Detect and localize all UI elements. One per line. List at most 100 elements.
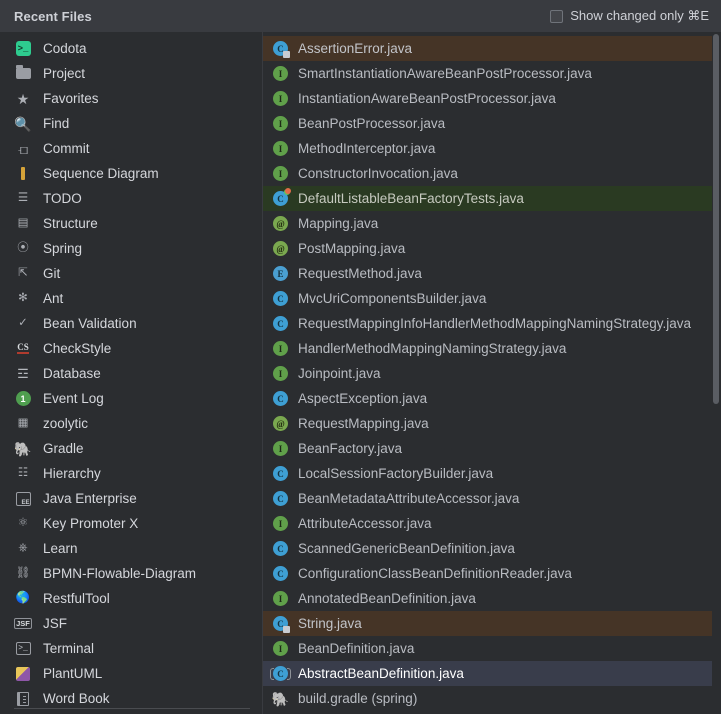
file-list-item[interactable]: @ RequestMapping.java xyxy=(263,411,721,436)
sidebar-item-terminal[interactable]: >_ Terminal xyxy=(0,636,262,661)
sidebar-item-jsf[interactable]: JSF JSF xyxy=(0,611,262,636)
sidebar-item-plantuml[interactable]: PlantUML xyxy=(0,661,262,686)
sidebar-item-label: Database xyxy=(43,366,101,381)
file-list-item[interactable]: I Joinpoint.java xyxy=(263,361,721,386)
sidebar-item-ant[interactable]: ✻ Ant xyxy=(0,286,262,311)
sidebar-item-bpmn-flowable-diagram[interactable]: ⛓ BPMN-Flowable-Diagram xyxy=(0,561,262,586)
file-list-item[interactable]: I InstantiationAwareBeanPostProcessor.jav… xyxy=(263,86,721,111)
sidebar-item-label: Structure xyxy=(43,216,98,231)
sidebar-item-hierarchy[interactable]: ☷ Hierarchy xyxy=(0,461,262,486)
file-list-item[interactable]: @ Mapping.java xyxy=(263,211,721,236)
file-list-item[interactable]: 🐘 build.gradle (spring) xyxy=(263,686,721,711)
search-icon: 🔍 xyxy=(14,115,32,132)
enum-icon: E xyxy=(272,265,289,282)
sidebar-item-java-enterprise[interactable]: Java Enterprise xyxy=(0,486,262,511)
file-list-item[interactable]: I AttributeAccessor.java xyxy=(263,511,721,536)
sidebar-item-favorites[interactable]: ★ Favorites xyxy=(0,86,262,111)
sidebar-item-label: Codota xyxy=(43,41,87,56)
show-changed-only-checkbox[interactable] xyxy=(550,9,564,23)
plantuml-icon xyxy=(14,665,32,683)
star-icon: ★ xyxy=(16,90,30,107)
sidebar-item-find[interactable]: 🔍 Find xyxy=(0,111,262,136)
file-name-label: ConstructorInvocation.java xyxy=(298,166,458,181)
checkstyle-icon: CS xyxy=(14,340,32,358)
sidebar-item-codota[interactable]: >_ Codota xyxy=(0,36,262,61)
file-name-label: DefaultListableBeanFactoryTests.java xyxy=(298,191,524,206)
recent-files-popup: Recent Files Show changed only ⌘E >_ Codo… xyxy=(0,0,721,714)
file-list-item[interactable]: C AspectException.java xyxy=(263,386,721,411)
scrollbar-thumb[interactable] xyxy=(713,34,719,404)
file-name-label: LocalSessionFactoryBuilder.java xyxy=(298,466,494,481)
popup-titlebar: Recent Files Show changed only ⌘E xyxy=(0,0,721,32)
sidebar-item-project[interactable]: Project xyxy=(0,61,262,86)
sidebar-item-label: Hierarchy xyxy=(43,466,101,481)
sidebar-item-todo[interactable]: ☰ TODO xyxy=(0,186,262,211)
class-icon: C xyxy=(272,390,289,407)
file-name-label: HandlerMethodMappingNamingStrategy.java xyxy=(298,341,567,356)
file-list-item[interactable]: C AbstractBeanDefinition.java xyxy=(263,661,721,686)
file-name-label: BeanDefinition.java xyxy=(298,641,415,656)
file-name-label: PostMapping.java xyxy=(298,241,406,256)
file-list-item[interactable]: C RequestMappingInfoHandlerMethodMappingN… xyxy=(263,311,721,336)
class-icon: C xyxy=(272,290,289,307)
interface-icon: I xyxy=(272,90,289,107)
globe-icon: 🌎 xyxy=(15,591,31,604)
file-list-item[interactable]: I BeanDefinition.java xyxy=(263,636,721,661)
test-class-icon: C xyxy=(272,188,291,207)
file-name-label: ScannedGenericBeanDefinition.java xyxy=(298,541,515,556)
sidebar-item-label: Spring xyxy=(43,241,83,256)
file-list-item[interactable]: I BeanFactory.java xyxy=(263,436,721,461)
jsf-icon: JSF xyxy=(14,617,32,630)
sidebar-item-label: Event Log xyxy=(43,391,104,406)
sidebar-item-sequence-diagram[interactable]: Sequence Diagram xyxy=(0,161,262,186)
file-name-label: MvcUriComponentsBuilder.java xyxy=(298,291,487,306)
sidebar-item-database[interactable]: ☲ Database xyxy=(0,361,262,386)
sidebar-item-zoolytic[interactable]: ▦ zoolytic xyxy=(0,411,262,436)
sidebar-item-restfultool[interactable]: 🌎 RestfulTool xyxy=(0,586,262,611)
file-list-item[interactable]: I ConstructorInvocation.java xyxy=(263,161,721,186)
file-list-item[interactable]: C AssertionError.java xyxy=(263,36,721,61)
file-list-item[interactable]: I SmartInstantiationAwareBeanPostProcesso… xyxy=(263,61,721,86)
file-list-item[interactable]: I BeanPostProcessor.java xyxy=(263,111,721,136)
file-name-label: ConfigurationClassBeanDefinitionReader.j… xyxy=(298,566,572,581)
file-list-scrollbar[interactable] xyxy=(712,32,721,714)
file-list-item[interactable]: E RequestMethod.java xyxy=(263,261,721,286)
sidebar-item-spring[interactable]: ⦿ Spring xyxy=(0,236,262,261)
file-list-item[interactable]: C BeanMetadataAttributeAccessor.java xyxy=(263,486,721,511)
file-list-item[interactable]: I MethodInterceptor.java xyxy=(263,136,721,161)
gradle-file-icon: 🐘 xyxy=(271,690,290,707)
file-list-item[interactable]: @ PostMapping.java xyxy=(263,236,721,261)
file-list-item[interactable]: C LocalSessionFactoryBuilder.java xyxy=(263,461,721,486)
show-changed-only-control[interactable]: Show changed only ⌘E xyxy=(550,8,709,24)
sidebar-item-label: JSF xyxy=(43,616,68,631)
sidebar-item-structure[interactable]: ▤ Structure xyxy=(0,211,262,236)
file-list-item[interactable]: C ScannedGenericBeanDefinition.java xyxy=(263,536,721,561)
interface-icon: I xyxy=(272,640,289,657)
file-name-label: BeanPostProcessor.java xyxy=(298,116,446,131)
hierarchy-icon: ☷ xyxy=(17,466,29,479)
sidebar-item-gradle[interactable]: 🐘 Gradle xyxy=(0,436,262,461)
sequence-diagram-icon xyxy=(14,165,32,183)
file-name-label: BeanMetadataAttributeAccessor.java xyxy=(298,491,520,506)
sidebar-item-label: RestfulTool xyxy=(43,591,110,606)
file-list-item[interactable]: C MvcUriComponentsBuilder.java xyxy=(263,286,721,311)
sidebar-item-commit[interactable]: ⟤ Commit xyxy=(0,136,262,161)
sidebar-item-git[interactable]: ⇱ Git xyxy=(0,261,262,286)
sidebar-item-label: BPMN-Flowable-Diagram xyxy=(43,566,197,581)
learn-graduation-icon: ⎈ xyxy=(18,541,28,554)
file-list-item[interactable]: C String.java xyxy=(263,611,721,636)
sidebar-item-key-promoter-x[interactable]: ⚛ Key Promoter X xyxy=(0,511,262,536)
zoolytic-icon: ▦ xyxy=(17,416,29,429)
file-list-item[interactable]: C DefaultListableBeanFactoryTests.java xyxy=(263,186,721,211)
file-list-item[interactable]: C ConfigurationClassBeanDefinitionReader.… xyxy=(263,561,721,586)
git-branch-icon: ⇱ xyxy=(18,266,28,279)
sidebar-item-learn[interactable]: ⎈ Learn xyxy=(0,536,262,561)
recent-files-list[interactable]: C AssertionError.java I SmartInstantiationA… xyxy=(263,32,721,714)
sidebar-item-checkstyle[interactable]: CS CheckStyle xyxy=(0,336,262,361)
file-list-item[interactable]: I HandlerMethodMappingNamingStrategy.java xyxy=(263,336,721,361)
file-name-label: build.gradle (spring) xyxy=(298,691,418,706)
sidebar-item-bean-validation[interactable]: ✓ Bean Validation xyxy=(0,311,262,336)
file-list-item[interactable]: I AnnotatedBeanDefinition.java xyxy=(263,586,721,611)
file-name-label: Mapping.java xyxy=(298,216,379,231)
sidebar-item-event-log[interactable]: 1 Event Log xyxy=(0,386,262,411)
